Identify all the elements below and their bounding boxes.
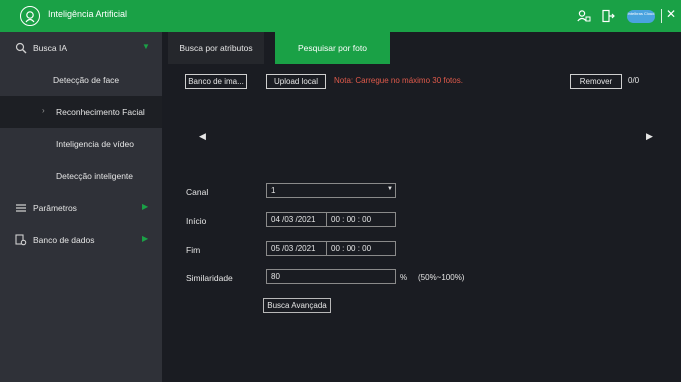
title-divider [661,9,662,23]
photo-count: 0/0 [628,76,640,85]
similarity-input[interactable]: 80 [266,269,396,284]
sidebar-item-label: Parâmetros [33,203,77,213]
image-bank-button[interactable]: Banco de ima... [185,74,247,89]
prev-arrow-icon[interactable]: ◀ [199,131,206,142]
canal-label: Canal [186,187,209,197]
sidebar-item-label: Inteligencia de vídeo [56,139,134,149]
chevron-right-icon: ▶ [142,202,149,211]
sidebar-item-reconhecimento-facial[interactable]: › Reconhecimento Facial [0,96,162,128]
similaridade-label: Similaridade [186,273,233,283]
app-title: Inteligência Artificial [48,9,128,19]
end-time-input[interactable]: 00 : 00 : 00 [326,241,396,256]
sidebar-item-busca-ia[interactable]: Busca IA ▼ [0,32,162,64]
chevron-down-icon[interactable]: ▼ [387,186,393,192]
tab-pesquisar-por-foto[interactable]: Pesquisar por foto [275,32,390,64]
sidebar-item-deteccao-inteligente[interactable]: Detecção inteligente [0,160,162,192]
inicio-label: Início [186,216,207,226]
upload-note: Nota: Carregue no máximo 30 fotos. [334,76,463,85]
title-bar: Inteligência Artificial Intelbras Cloud … [0,0,681,32]
similarity-range: (50%~100%) [418,273,465,282]
percent-unit: % [400,273,408,282]
chevron-right-icon: › [42,106,45,115]
list-icon [15,202,27,214]
sidebar-item-banco-de-dados[interactable]: Banco de dados ▶ [0,224,162,256]
canal-select[interactable]: 1 [266,183,396,198]
sidebar-item-inteligencia-de-video[interactable]: Inteligencia de vídeo [0,128,162,160]
sidebar-item-deteccao-de-face[interactable]: Detecção de face [0,64,162,96]
close-icon[interactable]: ✕ [666,7,676,21]
sidebar-item-label: Detecção inteligente [56,171,134,181]
sidebar-item-label: Banco de dados [33,235,95,245]
cloud-badge[interactable]: Intelbras Cloud [627,10,655,23]
user-account-icon[interactable] [577,9,591,23]
sidebar-item-label: Busca IA [33,43,68,53]
sidebar: Busca IA ▼ Detecção de face › Reconhecim… [0,32,162,382]
end-date-input[interactable]: 05 /03 /2021 [266,241,327,256]
start-date-input[interactable]: 04 /03 /2021 [266,212,327,227]
ai-logo-icon [20,6,40,26]
sidebar-item-label: Detecção de face [53,75,120,85]
sidebar-item-parametros[interactable]: Parâmetros ▶ [0,192,162,224]
sidebar-item-label: Reconhecimento Facial [56,107,145,117]
advanced-search-button[interactable]: Busca Avançada [263,298,331,313]
chevron-right-icon: ▶ [142,234,149,243]
next-arrow-icon[interactable]: ▶ [646,131,653,142]
fim-label: Fim [186,245,201,255]
start-time-input[interactable]: 00 : 00 : 00 [326,212,396,227]
upload-local-button[interactable]: Upload local [266,74,326,89]
tab-busca-por-atributos[interactable]: Busca por atributos [168,32,264,64]
logout-icon[interactable] [601,9,615,23]
remove-button[interactable]: Remover [570,74,622,89]
database-icon [15,234,27,246]
chevron-down-icon: ▼ [142,42,150,51]
face-search-icon [15,42,27,54]
